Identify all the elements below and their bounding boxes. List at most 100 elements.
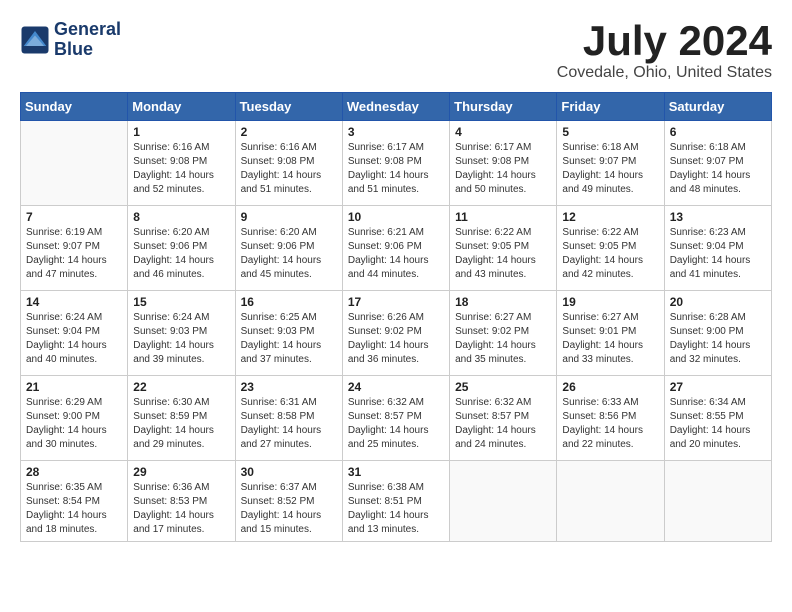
day-number: 9	[241, 210, 337, 224]
calendar-cell: 21 Sunrise: 6:29 AM Sunset: 9:00 PM Dayli…	[21, 376, 128, 461]
day-number: 15	[133, 295, 229, 309]
calendar-cell: 28 Sunrise: 6:35 AM Sunset: 8:54 PM Dayli…	[21, 461, 128, 542]
day-number: 22	[133, 380, 229, 394]
logo: General Blue	[20, 20, 121, 60]
cell-content: Sunrise: 6:24 AM Sunset: 9:04 PM Dayligh…	[26, 311, 122, 367]
calendar-cell	[664, 461, 771, 542]
day-number: 7	[26, 210, 122, 224]
calendar-cell: 10 Sunrise: 6:21 AM Sunset: 9:06 PM Dayli…	[342, 206, 449, 291]
cell-content: Sunrise: 6:17 AM Sunset: 9:08 PM Dayligh…	[348, 141, 444, 197]
cell-content: Sunrise: 6:19 AM Sunset: 9:07 PM Dayligh…	[26, 226, 122, 282]
calendar-cell: 22 Sunrise: 6:30 AM Sunset: 8:59 PM Dayli…	[128, 376, 235, 461]
day-number: 20	[670, 295, 766, 309]
calendar-cell: 26 Sunrise: 6:33 AM Sunset: 8:56 PM Dayli…	[557, 376, 664, 461]
cell-content: Sunrise: 6:34 AM Sunset: 8:55 PM Dayligh…	[670, 396, 766, 452]
day-number: 24	[348, 380, 444, 394]
cell-content: Sunrise: 6:27 AM Sunset: 9:01 PM Dayligh…	[562, 311, 658, 367]
cell-content: Sunrise: 6:26 AM Sunset: 9:02 PM Dayligh…	[348, 311, 444, 367]
calendar-cell: 31Sunrise: 6:38 AM Sunset: 8:51 PM Dayli…	[342, 461, 449, 542]
header-thursday: Thursday	[450, 93, 557, 121]
cell-content: Sunrise: 6:16 AM Sunset: 9:08 PM Dayligh…	[241, 141, 337, 197]
cell-content: Sunrise: 6:33 AM Sunset: 8:56 PM Dayligh…	[562, 396, 658, 452]
day-number: 8	[133, 210, 229, 224]
calendar-cell: 19 Sunrise: 6:27 AM Sunset: 9:01 PM Dayli…	[557, 291, 664, 376]
header-tuesday: Tuesday	[235, 93, 342, 121]
header-saturday: Saturday	[664, 93, 771, 121]
cell-content: Sunrise: 6:35 AM Sunset: 8:54 PM Dayligh…	[26, 481, 122, 537]
cell-content: Sunrise: 6:18 AM Sunset: 9:07 PM Dayligh…	[562, 141, 658, 197]
cell-content: Sunrise: 6:17 AM Sunset: 9:08 PM Dayligh…	[455, 141, 551, 197]
cell-content: Sunrise: 6:30 AM Sunset: 8:59 PM Dayligh…	[133, 396, 229, 452]
day-number: 14	[26, 295, 122, 309]
cell-content: Sunrise: 6:25 AM Sunset: 9:03 PM Dayligh…	[241, 311, 337, 367]
calendar-cell: 23 Sunrise: 6:31 AM Sunset: 8:58 PM Dayli…	[235, 376, 342, 461]
day-number: 19	[562, 295, 658, 309]
cell-content: Sunrise: 6:31 AM Sunset: 8:58 PM Dayligh…	[241, 396, 337, 452]
header-wednesday: Wednesday	[342, 93, 449, 121]
logo-icon	[20, 25, 50, 55]
main-title: July 2024	[557, 20, 772, 62]
day-number: 6	[670, 125, 766, 139]
calendar-cell: 17 Sunrise: 6:26 AM Sunset: 9:02 PM Dayli…	[342, 291, 449, 376]
cell-content: Sunrise: 6:27 AM Sunset: 9:02 PM Dayligh…	[455, 311, 551, 367]
week-row-4: 21 Sunrise: 6:29 AM Sunset: 9:00 PM Dayli…	[21, 376, 772, 461]
cell-content: Sunrise: 6:24 AM Sunset: 9:03 PM Dayligh…	[133, 311, 229, 367]
week-row-3: 14 Sunrise: 6:24 AM Sunset: 9:04 PM Dayli…	[21, 291, 772, 376]
cell-content: Sunrise: 6:20 AM Sunset: 9:06 PM Dayligh…	[241, 226, 337, 282]
cell-content: Sunrise: 6:20 AM Sunset: 9:06 PM Dayligh…	[133, 226, 229, 282]
calendar-cell: 27Sunrise: 6:34 AM Sunset: 8:55 PM Dayli…	[664, 376, 771, 461]
cell-content: Sunrise: 6:23 AM Sunset: 9:04 PM Dayligh…	[670, 226, 766, 282]
calendar-cell: 20 Sunrise: 6:28 AM Sunset: 9:00 PM Dayli…	[664, 291, 771, 376]
day-number: 10	[348, 210, 444, 224]
calendar-header-row: SundayMondayTuesdayWednesdayThursdayFrid…	[21, 93, 772, 121]
day-number: 2	[241, 125, 337, 139]
cell-content: Sunrise: 6:29 AM Sunset: 9:00 PM Dayligh…	[26, 396, 122, 452]
day-number: 21	[26, 380, 122, 394]
week-row-2: 7 Sunrise: 6:19 AM Sunset: 9:07 PM Daylig…	[21, 206, 772, 291]
calendar-cell: 3Sunrise: 6:17 AM Sunset: 9:08 PM Daylig…	[342, 121, 449, 206]
cell-content: Sunrise: 6:32 AM Sunset: 8:57 PM Dayligh…	[348, 396, 444, 452]
calendar-cell: 13 Sunrise: 6:23 AM Sunset: 9:04 PM Dayli…	[664, 206, 771, 291]
page-container: General Blue July 2024 Covedale, Ohio, U…	[20, 20, 772, 542]
calendar-cell: 5 Sunrise: 6:18 AM Sunset: 9:07 PM Daylig…	[557, 121, 664, 206]
calendar-cell: 1Sunrise: 6:16 AM Sunset: 9:08 PM Daylig…	[128, 121, 235, 206]
logo-line1: General	[54, 20, 121, 40]
cell-content: Sunrise: 6:22 AM Sunset: 9:05 PM Dayligh…	[562, 226, 658, 282]
calendar-cell: 11Sunrise: 6:22 AM Sunset: 9:05 PM Dayli…	[450, 206, 557, 291]
calendar-cell: 7 Sunrise: 6:19 AM Sunset: 9:07 PM Daylig…	[21, 206, 128, 291]
cell-content: Sunrise: 6:37 AM Sunset: 8:52 PM Dayligh…	[241, 481, 337, 537]
day-number: 4	[455, 125, 551, 139]
header-friday: Friday	[557, 93, 664, 121]
day-number: 26	[562, 380, 658, 394]
day-number: 13	[670, 210, 766, 224]
week-row-5: 28 Sunrise: 6:35 AM Sunset: 8:54 PM Dayli…	[21, 461, 772, 542]
calendar-cell: 14 Sunrise: 6:24 AM Sunset: 9:04 PM Dayli…	[21, 291, 128, 376]
day-number: 23	[241, 380, 337, 394]
day-number: 12	[562, 210, 658, 224]
day-number: 28	[26, 465, 122, 479]
cell-content: Sunrise: 6:38 AM Sunset: 8:51 PM Dayligh…	[348, 481, 444, 537]
day-number: 11	[455, 210, 551, 224]
day-number: 18	[455, 295, 551, 309]
calendar-cell	[450, 461, 557, 542]
calendar-cell	[21, 121, 128, 206]
calendar: SundayMondayTuesdayWednesdayThursdayFrid…	[20, 92, 772, 542]
day-number: 17	[348, 295, 444, 309]
cell-content: Sunrise: 6:21 AM Sunset: 9:06 PM Dayligh…	[348, 226, 444, 282]
calendar-cell: 25Sunrise: 6:32 AM Sunset: 8:57 PM Dayli…	[450, 376, 557, 461]
calendar-cell: 4 Sunrise: 6:17 AM Sunset: 9:08 PM Daylig…	[450, 121, 557, 206]
day-number: 29	[133, 465, 229, 479]
calendar-cell: 12 Sunrise: 6:22 AM Sunset: 9:05 PM Dayli…	[557, 206, 664, 291]
calendar-cell: 9 Sunrise: 6:20 AM Sunset: 9:06 PM Daylig…	[235, 206, 342, 291]
day-number: 5	[562, 125, 658, 139]
cell-content: Sunrise: 6:18 AM Sunset: 9:07 PM Dayligh…	[670, 141, 766, 197]
calendar-cell: 8 Sunrise: 6:20 AM Sunset: 9:06 PM Daylig…	[128, 206, 235, 291]
day-number: 30	[241, 465, 337, 479]
header: General Blue July 2024 Covedale, Ohio, U…	[20, 20, 772, 82]
cell-content: Sunrise: 6:28 AM Sunset: 9:00 PM Dayligh…	[670, 311, 766, 367]
day-number: 25	[455, 380, 551, 394]
calendar-cell: 16Sunrise: 6:25 AM Sunset: 9:03 PM Dayli…	[235, 291, 342, 376]
calendar-cell: 30 Sunrise: 6:37 AM Sunset: 8:52 PM Dayli…	[235, 461, 342, 542]
logo-text: General Blue	[54, 20, 121, 60]
calendar-cell: 2 Sunrise: 6:16 AM Sunset: 9:08 PM Daylig…	[235, 121, 342, 206]
